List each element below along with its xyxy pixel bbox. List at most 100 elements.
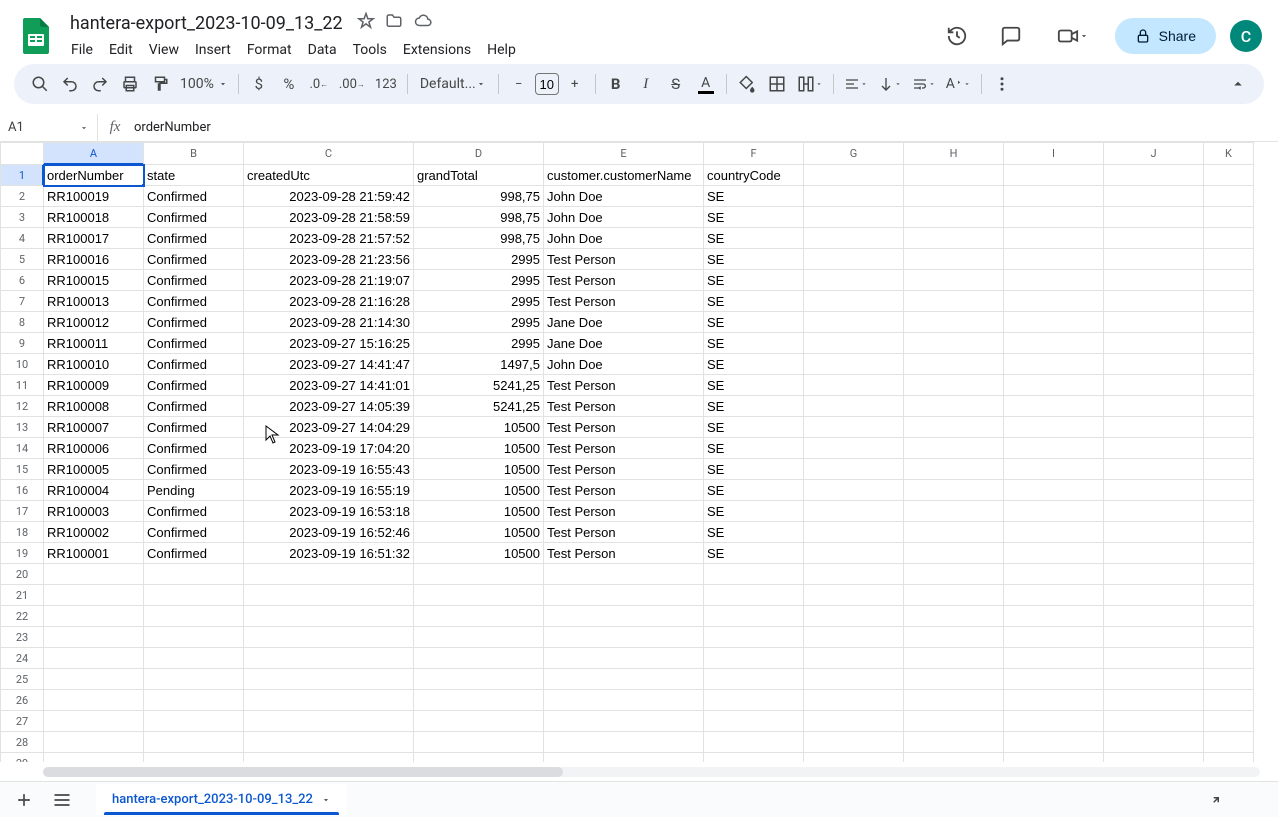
cell-D14[interactable]: 10500 bbox=[414, 438, 544, 459]
decrease-decimal-icon[interactable]: .0← bbox=[305, 70, 333, 98]
cell-G17[interactable] bbox=[804, 501, 904, 522]
cell-B18[interactable]: Confirmed bbox=[144, 522, 244, 543]
cell-F29[interactable] bbox=[704, 753, 804, 763]
sheets-logo[interactable] bbox=[16, 16, 56, 56]
cell-K16[interactable] bbox=[1204, 480, 1254, 501]
cell-C7[interactable]: 2023-09-28 21:16:28 bbox=[244, 291, 414, 312]
cell-B14[interactable]: Confirmed bbox=[144, 438, 244, 459]
row-header-2[interactable]: 2 bbox=[1, 186, 44, 207]
row-header-14[interactable]: 14 bbox=[1, 438, 44, 459]
cell-E13[interactable]: Test Person bbox=[544, 417, 704, 438]
cell-C25[interactable] bbox=[244, 669, 414, 690]
cell-K14[interactable] bbox=[1204, 438, 1254, 459]
cell-B25[interactable] bbox=[144, 669, 244, 690]
cell-G16[interactable] bbox=[804, 480, 904, 501]
row-header-6[interactable]: 6 bbox=[1, 270, 44, 291]
explore-button[interactable] bbox=[1198, 782, 1234, 818]
cell-B26[interactable] bbox=[144, 690, 244, 711]
cell-J25[interactable] bbox=[1104, 669, 1204, 690]
cell-G18[interactable] bbox=[804, 522, 904, 543]
cell-E24[interactable] bbox=[544, 648, 704, 669]
cell-K24[interactable] bbox=[1204, 648, 1254, 669]
cell-A18[interactable]: RR100002 bbox=[44, 522, 144, 543]
cell-J17[interactable] bbox=[1104, 501, 1204, 522]
cell-B17[interactable]: Confirmed bbox=[144, 501, 244, 522]
cell-H14[interactable] bbox=[904, 438, 1004, 459]
cell-F26[interactable] bbox=[704, 690, 804, 711]
cell-E12[interactable]: Test Person bbox=[544, 396, 704, 417]
paint-format-icon[interactable] bbox=[146, 70, 174, 98]
cell-K7[interactable] bbox=[1204, 291, 1254, 312]
cell-K12[interactable] bbox=[1204, 396, 1254, 417]
cell-C18[interactable]: 2023-09-19 16:52:46 bbox=[244, 522, 414, 543]
cell-G29[interactable] bbox=[804, 753, 904, 763]
cell-C21[interactable] bbox=[244, 585, 414, 606]
cell-J18[interactable] bbox=[1104, 522, 1204, 543]
sheet-tab[interactable]: hantera-export_2023-10-09_13_22 bbox=[96, 784, 347, 815]
col-header-H[interactable]: H bbox=[904, 143, 1004, 165]
cell-C15[interactable]: 2023-09-19 16:55:43 bbox=[244, 459, 414, 480]
cell-B16[interactable]: Pending bbox=[144, 480, 244, 501]
comment-icon[interactable] bbox=[991, 16, 1031, 56]
cell-J27[interactable] bbox=[1104, 711, 1204, 732]
cell-B6[interactable]: Confirmed bbox=[144, 270, 244, 291]
cell-B4[interactable]: Confirmed bbox=[144, 228, 244, 249]
cell-H2[interactable] bbox=[904, 186, 1004, 207]
cell-C4[interactable]: 2023-09-28 21:57:52 bbox=[244, 228, 414, 249]
cell-G9[interactable] bbox=[804, 333, 904, 354]
cell-J5[interactable] bbox=[1104, 249, 1204, 270]
cell-J3[interactable] bbox=[1104, 207, 1204, 228]
formula-input[interactable]: orderNumber bbox=[132, 120, 1278, 135]
cell-H26[interactable] bbox=[904, 690, 1004, 711]
cell-I23[interactable] bbox=[1004, 627, 1104, 648]
cell-D18[interactable]: 10500 bbox=[414, 522, 544, 543]
cell-E15[interactable]: Test Person bbox=[544, 459, 704, 480]
cell-D22[interactable] bbox=[414, 606, 544, 627]
cell-K28[interactable] bbox=[1204, 732, 1254, 753]
cell-F3[interactable]: SE bbox=[704, 207, 804, 228]
cell-J28[interactable] bbox=[1104, 732, 1204, 753]
horizontal-scrollbar[interactable] bbox=[43, 767, 1260, 779]
row-header-15[interactable]: 15 bbox=[1, 459, 44, 480]
cell-J11[interactable] bbox=[1104, 375, 1204, 396]
cell-E27[interactable] bbox=[544, 711, 704, 732]
font-size-increase[interactable]: + bbox=[561, 70, 589, 98]
cell-H16[interactable] bbox=[904, 480, 1004, 501]
cell-A10[interactable]: RR100010 bbox=[44, 354, 144, 375]
cell-C24[interactable] bbox=[244, 648, 414, 669]
cell-I4[interactable] bbox=[1004, 228, 1104, 249]
cell-H17[interactable] bbox=[904, 501, 1004, 522]
cell-A29[interactable] bbox=[44, 753, 144, 763]
cell-G7[interactable] bbox=[804, 291, 904, 312]
cell-F13[interactable]: SE bbox=[704, 417, 804, 438]
cell-D3[interactable]: 998,75 bbox=[414, 207, 544, 228]
cell-H15[interactable] bbox=[904, 459, 1004, 480]
col-header-C[interactable]: C bbox=[244, 143, 414, 165]
cell-D25[interactable] bbox=[414, 669, 544, 690]
cell-H12[interactable] bbox=[904, 396, 1004, 417]
cell-E10[interactable]: John Doe bbox=[544, 354, 704, 375]
cell-B29[interactable] bbox=[144, 753, 244, 763]
cell-G15[interactable] bbox=[804, 459, 904, 480]
cell-J8[interactable] bbox=[1104, 312, 1204, 333]
row-header-4[interactable]: 4 bbox=[1, 228, 44, 249]
cell-E18[interactable]: Test Person bbox=[544, 522, 704, 543]
col-header-G[interactable]: G bbox=[804, 143, 904, 165]
spreadsheet-grid[interactable]: ABCDEFGHIJK1orderNumberstatecreatedUtcgr… bbox=[0, 142, 1278, 762]
cell-E2[interactable]: John Doe bbox=[544, 186, 704, 207]
cell-J1[interactable] bbox=[1104, 165, 1204, 186]
cell-G24[interactable] bbox=[804, 648, 904, 669]
row-header-11[interactable]: 11 bbox=[1, 375, 44, 396]
cell-A4[interactable]: RR100017 bbox=[44, 228, 144, 249]
menu-format[interactable]: Format bbox=[240, 38, 299, 62]
cell-A24[interactable] bbox=[44, 648, 144, 669]
font-size-input[interactable] bbox=[535, 73, 559, 95]
cell-C5[interactable]: 2023-09-28 21:23:56 bbox=[244, 249, 414, 270]
cell-I10[interactable] bbox=[1004, 354, 1104, 375]
history-icon[interactable] bbox=[937, 16, 977, 56]
cell-F11[interactable]: SE bbox=[704, 375, 804, 396]
cell-D10[interactable]: 1497,5 bbox=[414, 354, 544, 375]
row-header-9[interactable]: 9 bbox=[1, 333, 44, 354]
cell-E3[interactable]: John Doe bbox=[544, 207, 704, 228]
cell-C3[interactable]: 2023-09-28 21:58:59 bbox=[244, 207, 414, 228]
